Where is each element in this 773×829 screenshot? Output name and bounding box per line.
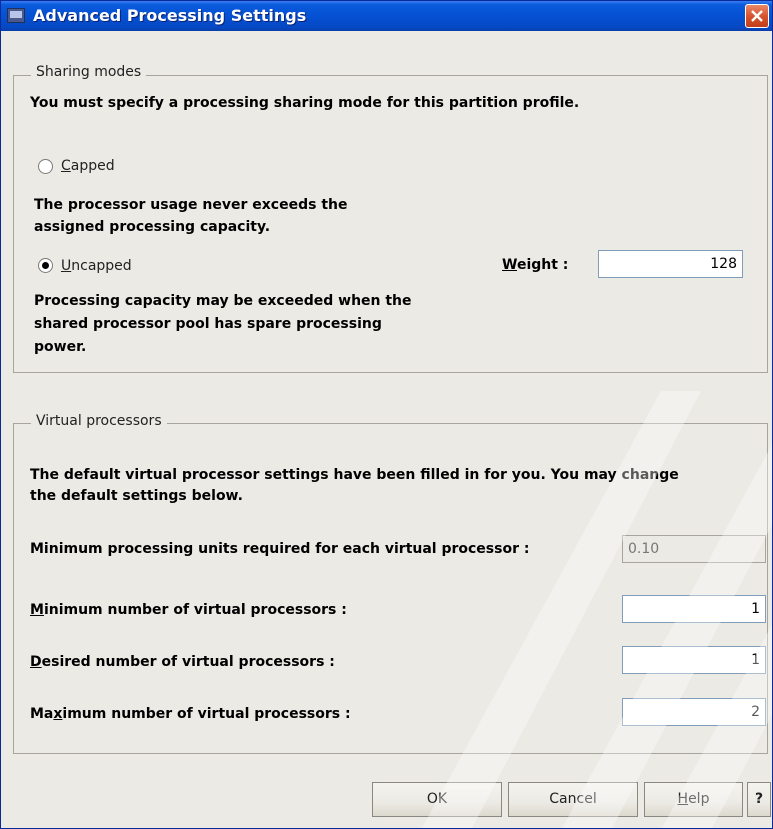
desired-vp-label-rest: esired number of virtual processors :	[41, 654, 335, 670]
min-virtual-processors-input[interactable]: 1	[622, 595, 766, 623]
uncapped-label[interactable]: Uncapped	[61, 256, 132, 276]
weight-label-rest: eight :	[516, 257, 569, 273]
uncapped-description-line-1: Processing capacity may be exceeded when…	[34, 293, 412, 309]
max-vp-label-pre: Ma	[30, 706, 54, 722]
title-bar[interactable]: Advanced Processing Settings	[1, 1, 772, 31]
capped-radio[interactable]	[38, 159, 53, 174]
close-icon	[751, 10, 763, 22]
window-title: Advanced Processing Settings	[33, 6, 307, 25]
max-virtual-processors-input[interactable]: 2	[622, 698, 766, 726]
weight-label: Weight :	[502, 255, 568, 275]
advanced-processing-settings-dialog: Advanced Processing Settings Sharing mod…	[0, 0, 773, 829]
help-mnemonic: H	[677, 791, 689, 807]
capped-description-line-1: The processor usage never exceeds the	[34, 197, 348, 213]
min-vp-mnemonic: M	[30, 602, 44, 618]
desired-vp-mnemonic: D	[30, 654, 42, 670]
capped-label[interactable]: Capped	[61, 156, 115, 176]
sharing-mode-instruction: You must specify a processing sharing mo…	[30, 95, 580, 111]
min-processing-units-field: 0.10	[622, 535, 766, 563]
min-virtual-processors-label: Minimum number of virtual processors :	[30, 600, 347, 620]
close-button[interactable]	[745, 4, 769, 28]
max-virtual-processors-label: Maximum number of virtual processors :	[30, 704, 351, 724]
capped-mnemonic: C	[61, 158, 71, 174]
virtual-intro-line-2: the default settings below.	[30, 488, 243, 504]
virtual-processors-legend: Virtual processors	[31, 413, 167, 429]
max-vp-label-rest: imum number of virtual processors :	[62, 706, 351, 722]
capped-label-rest: apped	[70, 158, 115, 174]
uncapped-radio[interactable]	[38, 258, 53, 273]
cancel-button[interactable]: Cancel	[508, 782, 638, 817]
weight-input[interactable]: 128	[598, 250, 743, 278]
virtual-intro-line-1: The default virtual processor settings h…	[30, 467, 679, 483]
ok-button[interactable]: OK	[372, 782, 502, 817]
help-button[interactable]: Help	[644, 782, 743, 817]
weight-mnemonic: W	[502, 257, 517, 273]
desired-virtual-processors-input[interactable]: 1	[622, 646, 766, 674]
window-app-icon	[7, 8, 25, 23]
uncapped-description-line-2: shared processor pool has spare processi…	[34, 316, 382, 332]
help-label-rest: elp	[688, 791, 710, 807]
uncapped-label-rest: ncapped	[71, 258, 132, 274]
desired-virtual-processors-label: Desired number of virtual processors :	[30, 652, 335, 672]
uncapped-mnemonic: U	[61, 258, 72, 274]
sharing-modes-legend: Sharing modes	[31, 64, 147, 80]
uncapped-description-line-3: power.	[34, 339, 87, 355]
min-processing-units-label: Minimum processing units required for ea…	[30, 541, 530, 557]
min-vp-label-rest: inimum number of virtual processors :	[43, 602, 347, 618]
context-help-button[interactable]: ?	[747, 782, 771, 817]
capped-description-line-2: assigned processing capacity.	[34, 219, 271, 235]
